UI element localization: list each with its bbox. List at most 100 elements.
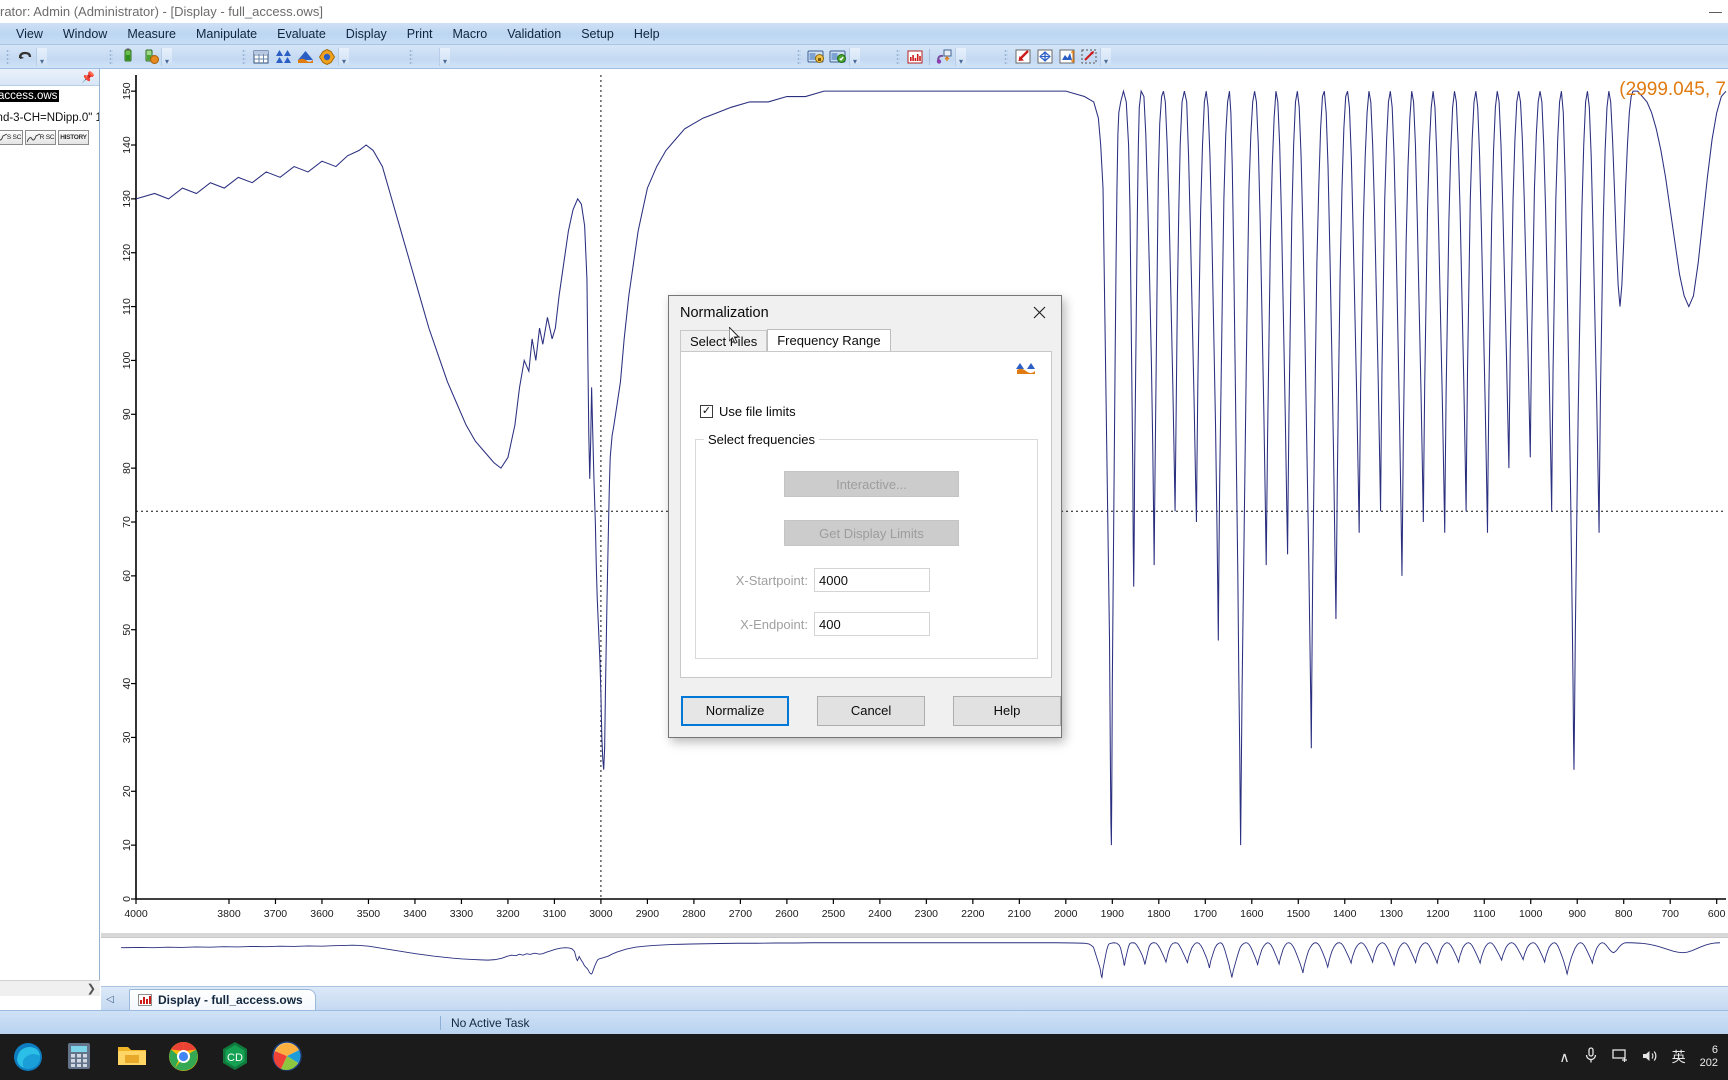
normalization-dialog: Normalization Select Files Frequency Ran…	[668, 295, 1062, 738]
ime-indicator[interactable]: 英	[1672, 1047, 1686, 1067]
document-tab-display-full-access[interactable]: Display - full_access.ows	[129, 989, 316, 1010]
toolbar-group-zoom: ▾	[998, 46, 1115, 68]
edge-icon[interactable]	[12, 1041, 44, 1073]
tray-chevron-up-icon[interactable]: ∧	[1559, 1049, 1569, 1066]
svg-text:1100: 1100	[1473, 908, 1496, 920]
scroll-right-arrow-icon[interactable]: ❯	[87, 982, 100, 995]
menu-item-display[interactable]: Display	[336, 25, 397, 43]
report-dropdown-icon[interactable]: ▾	[955, 47, 966, 66]
empty-dropdown-icon[interactable]: ▾	[439, 47, 450, 66]
pin-icon[interactable]: 📌	[81, 71, 95, 84]
history-button[interactable]: HISTORY	[58, 130, 89, 145]
sample-spectrum-button[interactable]: S SC	[0, 130, 23, 145]
zoom-dropdown-icon[interactable]: ▾	[1100, 47, 1111, 66]
tab-scroll-left-icon[interactable]: ◁	[101, 988, 119, 1010]
network-icon[interactable]	[1611, 1048, 1628, 1066]
reference-spectrum-label: R SC	[39, 133, 55, 141]
document-tab-strip: ◁ Display - full_access.ows	[101, 986, 1728, 1010]
svg-text:3600: 3600	[310, 908, 334, 920]
measure-background-icon[interactable]	[140, 47, 160, 67]
undo-dropdown-icon[interactable]: ▾	[36, 47, 47, 66]
toolbar-group-report: ▾	[890, 46, 970, 68]
x-endpoint-field[interactable]: 400	[814, 612, 930, 636]
toolbar-grip[interactable]	[109, 48, 113, 65]
tab-frequency-range[interactable]: Frequency Range	[767, 329, 891, 351]
color-wheel-icon[interactable]	[317, 47, 337, 67]
stack-spectra-icon[interactable]	[273, 47, 293, 67]
opus-icon[interactable]	[272, 1041, 304, 1073]
tab-select-files[interactable]: Select Files	[680, 330, 768, 351]
interactive-button[interactable]: Interactive...	[784, 471, 959, 497]
toolbar-grip[interactable]	[896, 48, 900, 65]
spectrum-overview-strip[interactable]	[101, 937, 1728, 982]
help-button[interactable]: Help	[953, 695, 1062, 726]
svg-text:2900: 2900	[636, 908, 660, 920]
x-startpoint-label: X-Startpoint:	[735, 572, 808, 588]
menu-item-help[interactable]: Help	[624, 25, 670, 43]
dialog-footer: Normalize Cancel Help	[669, 684, 1062, 737]
application-window: rator: Admin (Administrator) - [Display …	[0, 0, 1728, 1080]
volume-icon[interactable]	[1642, 1049, 1658, 1066]
menu-item-macro[interactable]: Macro	[443, 25, 498, 43]
menu-item-window[interactable]: Window	[53, 25, 117, 43]
scale-all-icon[interactable]	[1035, 47, 1055, 67]
menu-item-view[interactable]: View	[6, 25, 53, 43]
toolbar-grip[interactable]	[1004, 48, 1008, 65]
overlay-spectra-icon[interactable]	[295, 47, 315, 67]
file-dropdown-icon[interactable]: ▾	[849, 47, 860, 66]
menu-item-measure[interactable]: Measure	[117, 25, 186, 43]
spreadsheet-icon[interactable]	[251, 47, 271, 67]
scale-y-icon[interactable]	[1057, 47, 1077, 67]
display-dropdown-icon[interactable]: ▾	[338, 47, 349, 66]
toolbar-grip[interactable]	[6, 48, 10, 65]
menu-item-setup[interactable]: Setup	[571, 25, 624, 43]
select-region-icon[interactable]	[1079, 47, 1099, 67]
menu-item-print[interactable]: Print	[397, 25, 443, 43]
load-validated-file-icon[interactable]	[828, 47, 848, 67]
file-sub-item[interactable]: ind-3-CH=NDipp.0" 1	[0, 112, 99, 124]
normalize-button[interactable]: Normalize	[681, 695, 790, 726]
close-icon[interactable]	[1017, 298, 1061, 328]
print-preview-icon[interactable]	[934, 47, 954, 67]
load-protected-file-icon[interactable]	[806, 47, 826, 67]
get-display-limits-button[interactable]: Get Display Limits	[784, 520, 959, 546]
report-icon[interactable]	[905, 47, 925, 67]
reference-spectrum-button[interactable]: R SC	[25, 130, 56, 145]
toolbar-grip[interactable]	[797, 48, 801, 65]
toolbar-grip[interactable]	[242, 48, 246, 65]
svg-text:30: 30	[121, 731, 133, 743]
measure-dropdown-icon[interactable]: ▾	[161, 47, 172, 66]
use-file-limits-row[interactable]: ✓ Use file limits	[700, 404, 796, 419]
status-active-task: No Active Task	[440, 1015, 1728, 1030]
undo-icon[interactable]	[15, 47, 35, 67]
svg-text:1600: 1600	[1240, 908, 1264, 920]
windows-taskbar: CD ∧ 英 6 202	[0, 1034, 1728, 1080]
use-file-limits-checkbox[interactable]: ✓	[700, 405, 713, 418]
zoom-out-icon[interactable]	[1013, 47, 1033, 67]
chrome-icon[interactable]	[168, 1041, 200, 1073]
svg-text:0: 0	[121, 896, 133, 902]
calculator-icon[interactable]	[64, 1041, 96, 1073]
minimize-button[interactable]: —	[1709, 4, 1722, 19]
dock-horizontal-scrollbar[interactable]: ❯	[0, 980, 100, 996]
cancel-button[interactable]: Cancel	[817, 695, 926, 726]
dialog-title-bar[interactable]: Normalization	[669, 296, 1061, 329]
dock-header: 📌	[0, 69, 99, 86]
x-startpoint-field[interactable]: 4000	[814, 568, 930, 592]
toolbar-grip[interactable]	[409, 48, 413, 65]
microphone-icon[interactable]	[1584, 1047, 1598, 1067]
file-explorer-icon[interactable]	[116, 1041, 148, 1073]
menu-item-validation[interactable]: Validation	[497, 25, 571, 43]
taskbar-clock[interactable]: 6 202	[1700, 1044, 1718, 1070]
svg-text:2100: 2100	[1008, 908, 1032, 920]
spectrum-block-buttons: S SC R SC HISTORY	[0, 130, 99, 145]
chemdraw-icon[interactable]: CD	[220, 1041, 252, 1073]
svg-text:1300: 1300	[1380, 908, 1404, 920]
svg-text:90: 90	[121, 408, 133, 420]
measure-sample-icon[interactable]	[118, 47, 138, 67]
menu-item-manipulate[interactable]: Manipulate	[186, 25, 267, 43]
status-bar: No Active Task	[0, 1010, 1728, 1034]
selected-file-item[interactable]: access.ows	[0, 90, 60, 102]
title-bar: rator: Admin (Administrator) - [Display …	[0, 0, 1728, 23]
menu-item-evaluate[interactable]: Evaluate	[267, 25, 336, 43]
